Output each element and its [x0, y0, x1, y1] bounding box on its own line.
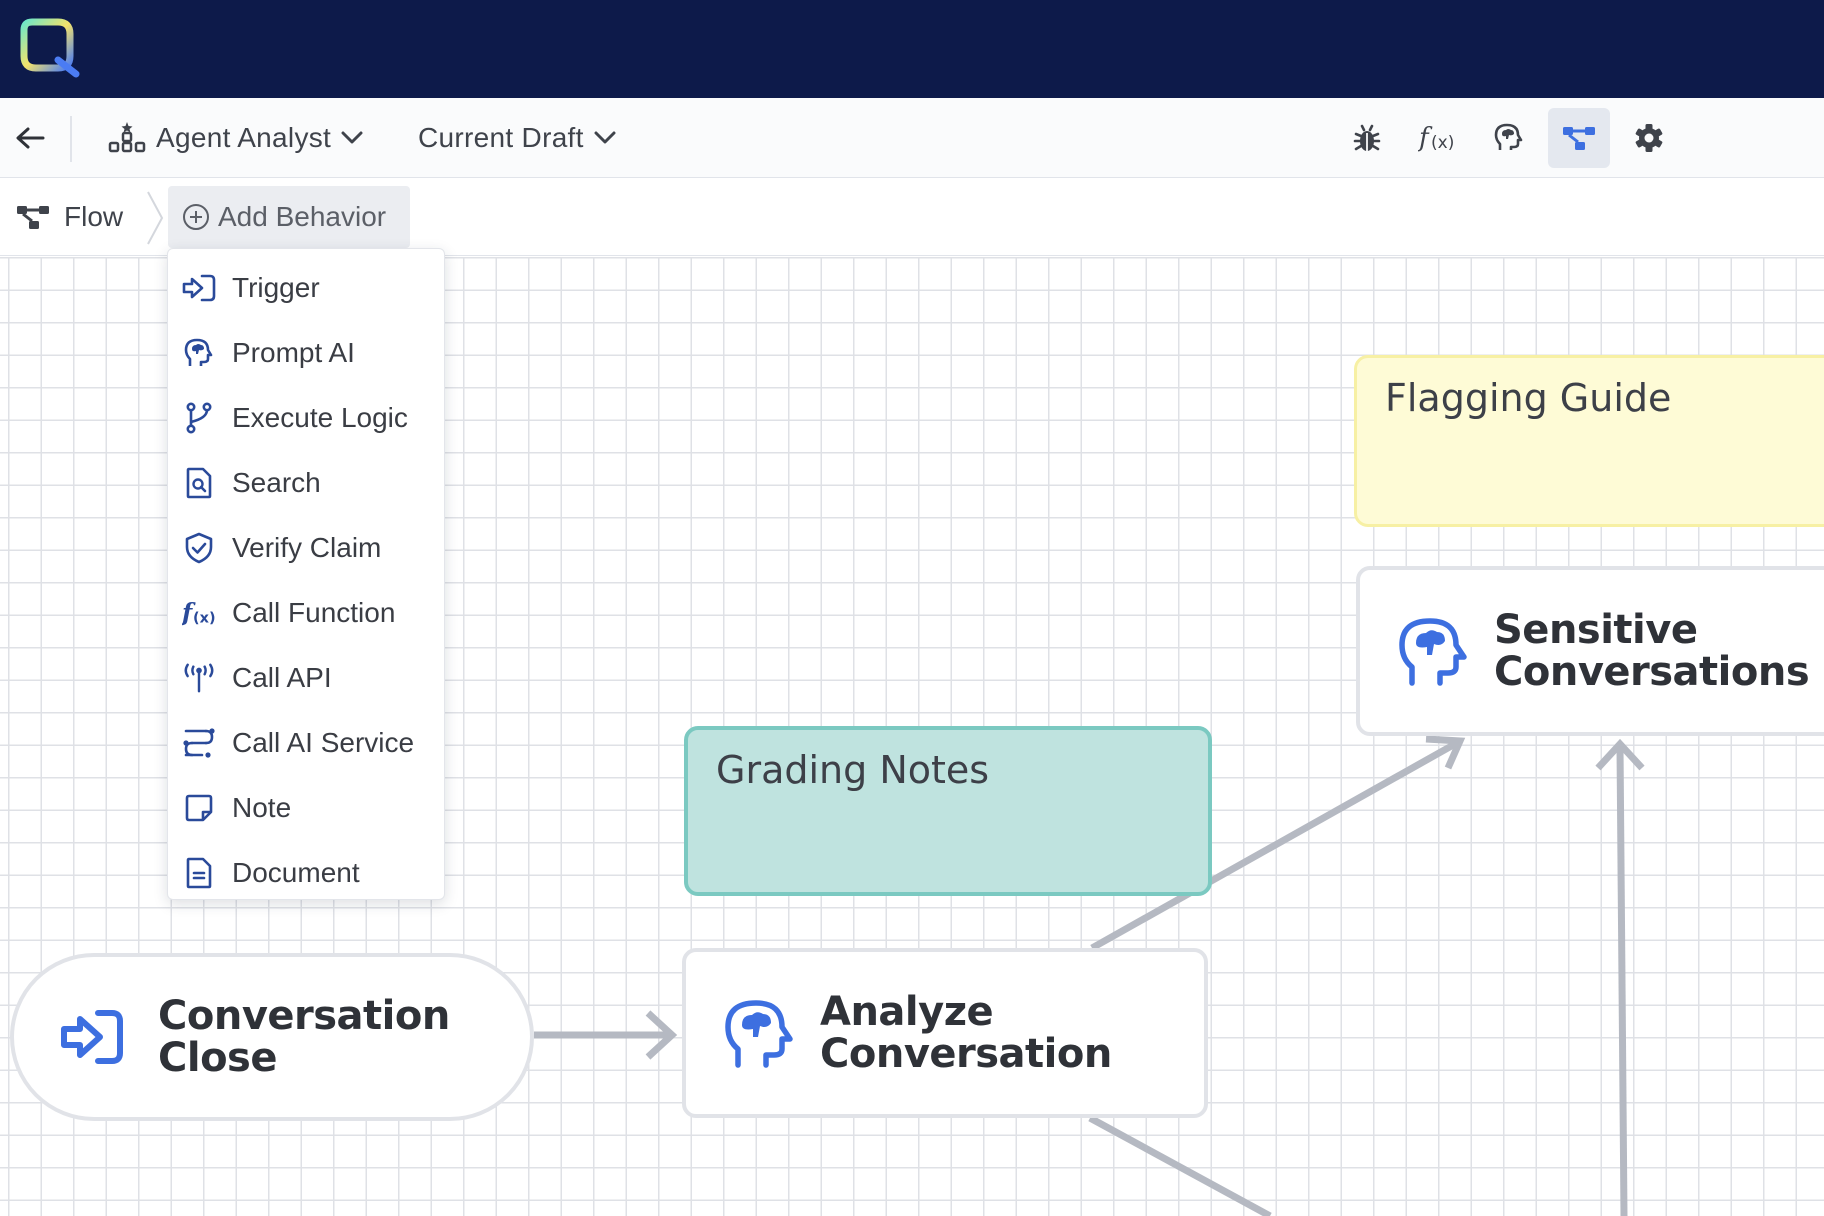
- menu-item-label: Execute Logic: [232, 401, 408, 433]
- menu-item-search[interactable]: Search: [168, 450, 444, 515]
- flow-icon: [17, 206, 49, 229]
- flow-view-button[interactable]: [1548, 108, 1610, 168]
- antenna-icon: [184, 663, 214, 692]
- menu-item-execute-logic[interactable]: Execute Logic: [168, 385, 444, 450]
- bug-icon: [1353, 124, 1381, 151]
- svg-text:(x): (x): [1431, 133, 1454, 153]
- toolbar-divider: [70, 116, 72, 162]
- arrow-left-icon: [16, 127, 45, 149]
- menu-item-call-ai-service[interactable]: Call AI Service: [168, 710, 444, 775]
- plus-circle-icon: [183, 204, 209, 230]
- menu-item-label: Search: [232, 466, 321, 498]
- node-conversation-close[interactable]: Conversation Close: [10, 953, 534, 1121]
- note-title: Flagging Guide: [1385, 376, 1672, 420]
- shield-check-icon: [185, 532, 213, 563]
- back-button[interactable]: [8, 116, 52, 160]
- node-title: Conversation: [158, 993, 450, 1039]
- brain-head-icon: [1494, 123, 1523, 150]
- node-title: Close: [158, 1035, 277, 1081]
- menu-item-label: Call API: [232, 661, 332, 693]
- note-flagging-guide[interactable]: Flagging Guide: [1354, 355, 1824, 527]
- branch-icon: [186, 401, 212, 433]
- menu-item-prompt-ai[interactable]: Prompt AI: [168, 320, 444, 385]
- menu-item-label: Note: [232, 791, 292, 823]
- version-dropdown-label: Current Draft: [418, 122, 584, 153]
- flow-icon: [1563, 127, 1595, 150]
- menu-item-label: Verify Claim: [232, 531, 382, 563]
- breadcrumb-flow[interactable]: Flow: [16, 196, 123, 238]
- breadcrumb-separator-icon: [147, 191, 164, 245]
- node-title: Analyze: [820, 989, 994, 1035]
- debug-button[interactable]: [1336, 108, 1398, 168]
- breadcrumb: Flow Add Behavior: [0, 178, 1824, 256]
- menu-item-call-function[interactable]: f (x) Call Function: [168, 580, 444, 645]
- node-title: Conversation: [820, 1031, 1112, 1077]
- version-dropdown[interactable]: Current Draft: [408, 116, 616, 160]
- menu-item-label: Call Function: [232, 596, 396, 628]
- breadcrumb-flow-label: Flow: [64, 201, 124, 232]
- agent-dropdown[interactable]: Agent Analyst: [108, 116, 363, 160]
- agent-dropdown-label: Agent Analyst: [156, 122, 332, 153]
- settings-button[interactable]: [1618, 108, 1680, 168]
- edge-analyze-down: [1088, 1114, 1272, 1216]
- menu-item-trigger[interactable]: Trigger: [168, 255, 444, 320]
- svg-text:(x): (x): [193, 610, 216, 626]
- document-search-icon: [186, 467, 212, 498]
- menu-item-label: Call AI Service: [232, 726, 415, 758]
- menu-item-label: Trigger: [232, 271, 320, 303]
- ai-service-icon: [183, 727, 215, 758]
- add-behavior-menu: Trigger Prompt AI Execute Logic Search V…: [167, 248, 445, 900]
- brain-head-icon: [725, 1000, 793, 1068]
- note-title: Grading Notes: [716, 748, 990, 792]
- app-header: [0, 0, 1824, 98]
- functions-button[interactable]: f (x): [1407, 108, 1469, 168]
- prompt-ai-button[interactable]: [1478, 108, 1540, 168]
- note-icon: [185, 794, 213, 821]
- node-title: Sensitive: [1494, 607, 1698, 653]
- editor-toolbar: Agent Analyst Current Draft f (x): [0, 98, 1824, 178]
- menu-item-note[interactable]: Note: [168, 775, 444, 840]
- document-icon: [186, 857, 212, 888]
- node-sensitive-conversations[interactable]: Sensitive Conversations: [1356, 566, 1824, 736]
- node-analyze-conversation[interactable]: Analyze Conversation: [682, 948, 1208, 1118]
- function-icon: f (x): [182, 598, 216, 626]
- edge-up-to-sensitive: [1616, 746, 1628, 1216]
- gear-icon: [1635, 124, 1663, 152]
- add-behavior-label: Add Behavior: [218, 201, 387, 232]
- brain-head-icon: [184, 338, 213, 366]
- note-grading-notes[interactable]: Grading Notes: [684, 726, 1212, 896]
- agent-icon: [108, 122, 146, 153]
- trigger-icon: [61, 1010, 123, 1064]
- menu-item-document[interactable]: Document: [168, 840, 444, 905]
- chevron-down-icon: [341, 131, 363, 144]
- menu-item-call-api[interactable]: Call API: [168, 645, 444, 710]
- function-icon: f (x): [1418, 123, 1454, 153]
- menu-item-verify-claim[interactable]: Verify Claim: [168, 515, 444, 580]
- menu-item-label: Prompt AI: [232, 336, 355, 368]
- trigger-icon: [182, 274, 216, 301]
- brain-head-icon: [1399, 618, 1467, 686]
- node-title: Conversations: [1494, 649, 1810, 695]
- chevron-down-icon: [594, 131, 616, 144]
- add-behavior-button[interactable]: Add Behavior: [168, 186, 410, 248]
- app-logo-icon[interactable]: [18, 16, 80, 78]
- menu-item-label: Document: [232, 856, 360, 888]
